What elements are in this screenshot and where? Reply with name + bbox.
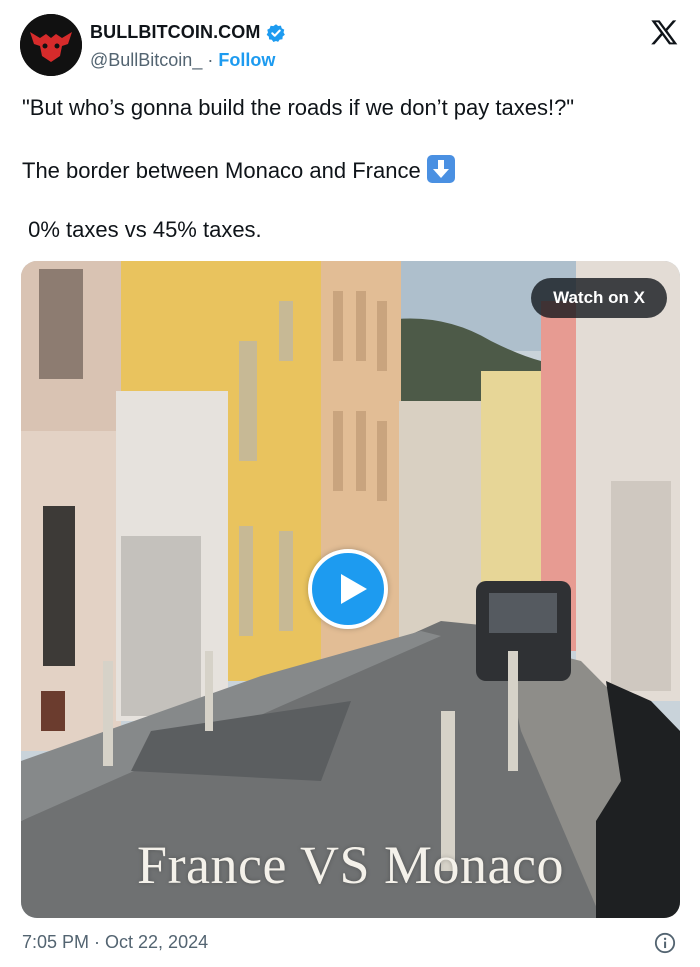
timestamp-link[interactable]: 7:05 PM · Oct 22, 2024 <box>22 932 208 953</box>
play-icon[interactable] <box>308 549 388 629</box>
tweet-line-1: "But who’s gonna build the roads if we d… <box>22 95 575 120</box>
watch-on-x-button[interactable]: Watch on X <box>531 278 667 318</box>
follow-button[interactable]: Follow <box>218 50 275 71</box>
down-arrow-emoji-icon <box>426 155 455 183</box>
tweet-line-2-text: The border between Monaco and France <box>22 158 421 183</box>
display-name-row[interactable]: BULLBITCOIN.COM <box>90 22 286 43</box>
video-caption: France VS Monaco <box>137 835 564 895</box>
x-logo-icon[interactable] <box>648 17 680 49</box>
display-name[interactable]: BULLBITCOIN.COM <box>90 22 260 43</box>
bull-logo-icon <box>20 14 82 76</box>
handle[interactable]: @BullBitcoin_ <box>90 50 202 71</box>
handle-row: @BullBitcoin_ · Follow <box>90 50 275 71</box>
tweet-line-2: The border between Monaco and France <box>22 155 455 185</box>
separator-dot: · <box>207 50 214 70</box>
video-media[interactable]: Watch on X France VS Monaco <box>21 261 680 918</box>
info-icon[interactable] <box>654 932 676 954</box>
verified-badge-icon <box>267 23 286 42</box>
avatar[interactable] <box>20 14 82 76</box>
tweet-line-3: 0% taxes vs 45% taxes. <box>22 217 262 242</box>
